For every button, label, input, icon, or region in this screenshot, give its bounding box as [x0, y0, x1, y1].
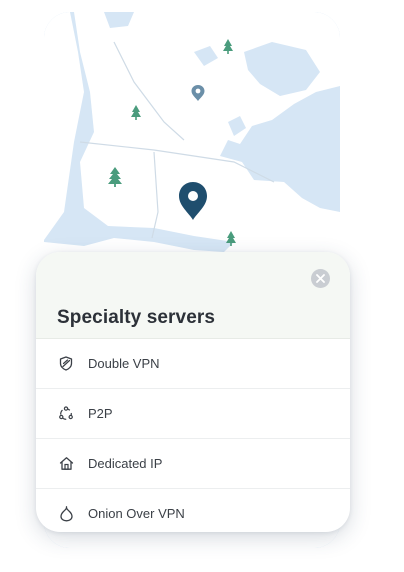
list-item-double-vpn[interactable]: Double VPN: [36, 339, 350, 389]
list-item-label: Onion Over VPN: [88, 506, 185, 521]
panel-title: Specialty servers: [57, 307, 216, 328]
app-screen: Specialty servers Double VPN P2P Dedicat…: [0, 0, 404, 572]
list-item-label: Dedicated IP: [88, 456, 163, 471]
close-button[interactable]: [311, 269, 330, 288]
onion-icon: [57, 505, 75, 523]
shield-icon: [57, 355, 75, 373]
home-icon: [57, 455, 75, 473]
list-item-onion-over-vpn[interactable]: Onion Over VPN: [36, 489, 350, 532]
specialty-servers-panel: Specialty servers Double VPN P2P Dedicat…: [36, 252, 350, 532]
list-item-label: Double VPN: [88, 356, 160, 371]
list-item-dedicated-ip[interactable]: Dedicated IP: [36, 439, 350, 489]
close-icon: [316, 274, 325, 283]
p2p-icon: [57, 405, 75, 423]
panel-header: Specialty servers: [36, 252, 350, 339]
specialty-servers-list: Double VPN P2P Dedicated IP Onion Over V…: [36, 339, 350, 532]
list-item-p2p[interactable]: P2P: [36, 389, 350, 439]
list-item-label: P2P: [88, 406, 113, 421]
